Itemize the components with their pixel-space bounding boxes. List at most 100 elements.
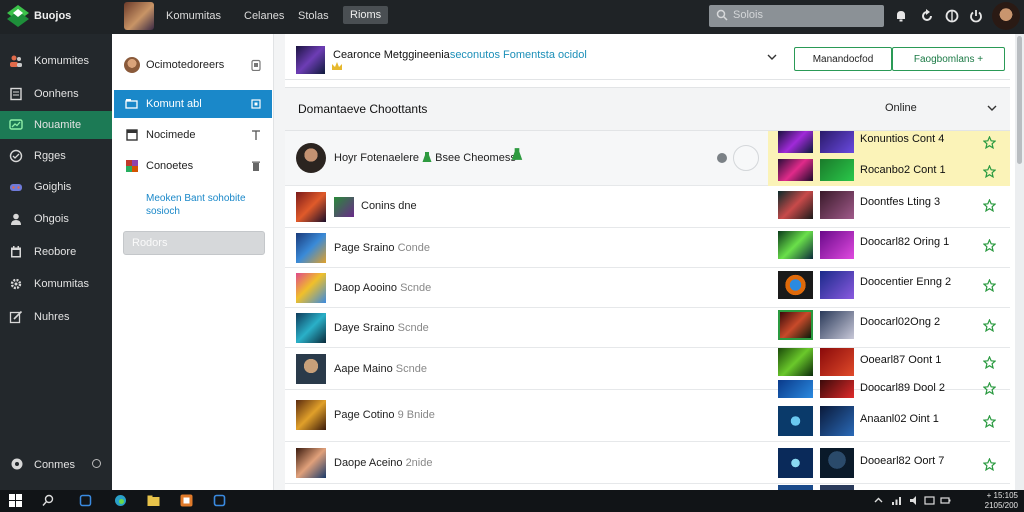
sidebar-footer[interactable]: Conmes xyxy=(0,452,112,476)
volume-icon[interactable] xyxy=(909,495,920,506)
star-icon[interactable] xyxy=(983,319,996,332)
chat-icon xyxy=(9,119,23,130)
globe-icon[interactable] xyxy=(945,9,959,23)
game-row[interactable]: Dooearl82 Oort 7 xyxy=(768,442,1010,484)
game-thumbnail xyxy=(820,159,854,181)
game-thumbnail xyxy=(778,448,813,478)
nav-celanes[interactable]: Celanes xyxy=(244,10,284,22)
search-icon[interactable] xyxy=(42,494,55,507)
chevron-down-icon[interactable] xyxy=(987,105,997,111)
nav-rioms[interactable]: Rioms xyxy=(343,6,389,24)
sidebar-item-rgges[interactable]: Rgges xyxy=(0,142,112,170)
panel-action-button[interactable]: Rodors xyxy=(123,231,265,255)
network-icon[interactable] xyxy=(891,495,902,506)
app-brand[interactable]: Buojos xyxy=(34,10,71,22)
star-icon[interactable] xyxy=(983,165,996,178)
row-avatar xyxy=(296,143,326,173)
game-thumbnail xyxy=(820,271,854,299)
nav-stolas[interactable]: Stolas xyxy=(298,10,329,22)
app-icon[interactable] xyxy=(180,494,193,507)
panel-item-komunt-abl[interactable]: Komunt abl xyxy=(114,90,272,118)
user-avatar[interactable] xyxy=(992,2,1020,30)
bell-icon[interactable] xyxy=(894,9,908,23)
chevron-up-icon[interactable] xyxy=(873,495,884,506)
game-row[interactable]: Doocarl82 Oring 1 xyxy=(768,226,1010,266)
row-thumbnail xyxy=(296,273,326,303)
game-row[interactable]: Anaanl02 Oint 1 xyxy=(768,400,1010,442)
sidebar-item-nouamite[interactable]: Nouamite xyxy=(0,111,112,139)
game-row[interactable]: Doocarl89 Dool 2 xyxy=(768,378,1010,400)
star-icon[interactable] xyxy=(983,382,996,395)
scrollbar[interactable] xyxy=(1015,34,1024,490)
game-row[interactable]: Doocarl02Ong 2 xyxy=(768,306,1010,346)
game-thumbnail xyxy=(778,380,813,398)
sidebar-item-ohgois[interactable]: Ohgois xyxy=(0,205,112,233)
game-thumbnail xyxy=(820,406,854,436)
square-icon[interactable] xyxy=(250,98,262,110)
section-filter[interactable]: Online xyxy=(885,102,917,114)
trash-icon[interactable] xyxy=(250,160,262,172)
settings-icon xyxy=(11,458,23,470)
status-dot xyxy=(717,153,727,163)
section-header[interactable]: Domantaeve Choottants Online xyxy=(285,87,1010,131)
clipboard-icon[interactable] xyxy=(250,59,262,71)
sidebar-item-nuhres[interactable]: Nuhres xyxy=(0,303,112,331)
start-icon[interactable] xyxy=(9,494,22,507)
folder-icon[interactable] xyxy=(147,494,160,507)
clock-time: + 15:105 xyxy=(986,491,1018,500)
star-icon[interactable] xyxy=(983,279,996,292)
panel-item-nocimede[interactable]: Nocimede xyxy=(114,121,272,149)
search-icon xyxy=(716,9,728,21)
header-title: Cearonce Metggineeniaseconutos Fomentsta… xyxy=(333,49,587,61)
game-row[interactable]: Ooearl87 Oont 1 xyxy=(768,346,1010,378)
star-icon[interactable] xyxy=(983,458,996,471)
star-icon[interactable] xyxy=(983,239,996,252)
header-thumbnail[interactable] xyxy=(296,46,325,74)
header-card: Cearonce Metggineeniaseconutos Fomentsta… xyxy=(285,34,1010,80)
game-row[interactable]: Doocentier Enng 2 xyxy=(768,266,1010,306)
panel-item-ocimotedoreers[interactable]: Ocimotedoreers xyxy=(114,51,272,79)
power-icon[interactable] xyxy=(969,9,983,23)
crown-icon xyxy=(332,62,342,70)
star-icon[interactable] xyxy=(983,415,996,428)
panel-item-conoetes[interactable]: Conoetes xyxy=(114,152,272,180)
edge-icon[interactable] xyxy=(114,494,127,507)
refresh-icon[interactable] xyxy=(920,9,934,23)
language-icon[interactable] xyxy=(924,495,935,506)
game-thumbnail xyxy=(778,406,813,436)
store-icon[interactable] xyxy=(213,494,226,507)
sidebar-item-komumitas[interactable]: Komumitas xyxy=(0,270,112,298)
game-row[interactable]: Doontfes Lting 3 xyxy=(768,186,1010,226)
app-logo-icon[interactable] xyxy=(6,4,30,28)
clock-date: 2105/200 xyxy=(984,501,1018,510)
sidebar-item-goighis[interactable]: Goighis xyxy=(0,173,112,201)
chevron-down-icon[interactable] xyxy=(767,54,777,60)
secondary-panel: Ocimotedoreers Komunt abl Nocimede Conoe… xyxy=(112,34,274,490)
edit-icon xyxy=(9,310,23,324)
pin-icon[interactable] xyxy=(250,129,262,141)
system-clock[interactable]: + 15:105 2105/200 xyxy=(958,491,1018,511)
star-icon[interactable] xyxy=(983,136,996,149)
row-badge-icon xyxy=(334,197,354,217)
task-view-icon[interactable] xyxy=(79,494,92,507)
faogbomlans-button[interactable]: Faogbomlans + xyxy=(892,47,1005,71)
profile-avatar[interactable] xyxy=(124,2,154,30)
nav-komumitas[interactable]: Komumitas xyxy=(166,10,221,22)
main-content: Cearonce Metggineeniaseconutos Fomentsta… xyxy=(285,34,1024,490)
game-row[interactable]: Konuntios Cont 4 xyxy=(768,131,1010,156)
battery-icon[interactable] xyxy=(940,495,951,506)
star-icon[interactable] xyxy=(983,356,996,369)
scrollbar-thumb[interactable] xyxy=(1017,36,1022,164)
grid-icon xyxy=(126,160,138,172)
game-row[interactable]: Rocanbo2 Cont 1 xyxy=(768,156,1010,186)
sidebar-item-reobore[interactable]: Reobore xyxy=(0,238,112,266)
panel-link[interactable]: Meoken Bant sohobite sosioch xyxy=(146,192,262,218)
sidebar-item-komumites[interactable]: Komumites xyxy=(0,47,112,75)
star-icon[interactable] xyxy=(983,199,996,212)
row-action-button[interactable] xyxy=(733,145,759,171)
row-thumbnail xyxy=(296,448,326,478)
manandocfod-button[interactable]: Manandocfod xyxy=(794,47,892,71)
search-input[interactable]: Solois xyxy=(709,5,884,27)
sidebar-item-oonhens[interactable]: Oonhens xyxy=(0,80,112,108)
avatar-icon xyxy=(124,57,140,73)
